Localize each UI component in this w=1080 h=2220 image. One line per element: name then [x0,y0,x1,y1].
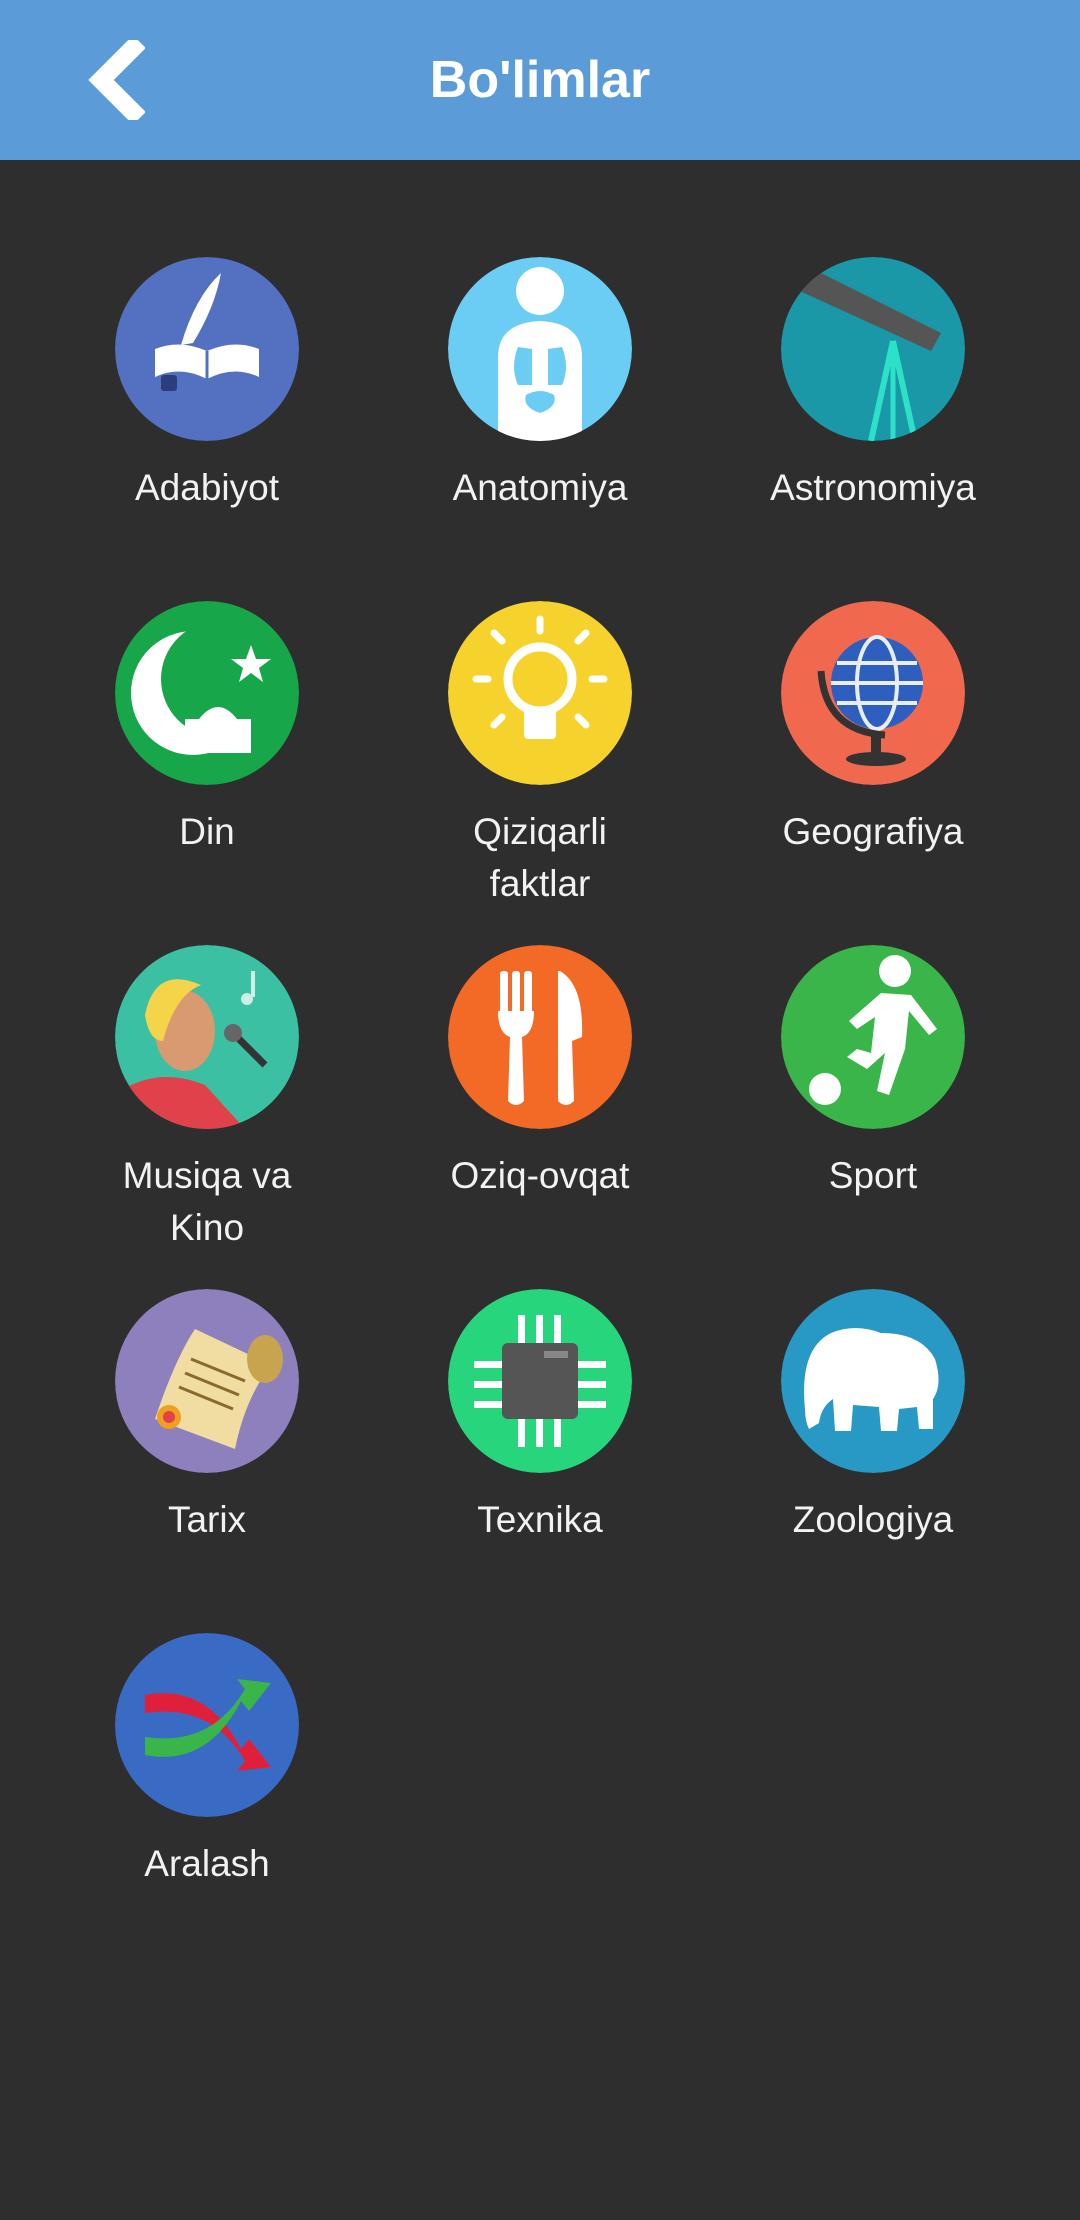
category-label: Sport [828,1155,918,1196]
elephant-icon [781,1289,965,1473]
app-header: Bo'limlar [0,0,1080,160]
category-label: Musiqa va Kino [122,1155,292,1248]
category-grid: Adabiyot Anatomiya Astronomiya Din Qiziq… [0,160,1080,2220]
category-label: Qiziqarli faktlar [473,811,607,904]
telescope-icon [781,257,965,441]
singer-icon [115,945,299,1129]
category-label: Texnika [477,1499,603,1540]
category-label: Din [179,811,235,852]
category-label: Aralash [144,1843,270,1884]
category-geografiya[interactable]: Geografiya [723,601,1023,901]
page-title: Bo'limlar [429,51,651,109]
category-zoologiya[interactable]: Zoologiya [723,1289,1023,1589]
shuffle-arrows-icon [115,1633,299,1817]
football-player-icon [781,945,965,1129]
microchip-icon [448,1289,632,1473]
category-texnika[interactable]: Texnika [390,1289,690,1589]
crescent-mosque-icon [115,601,299,785]
category-label: Tarix [167,1499,247,1540]
category-astronomiya[interactable]: Astronomiya [723,257,1023,557]
category-label: Geografiya [782,811,964,852]
category-aralash[interactable]: Aralash [57,1633,357,1933]
category-label: Anatomiya [452,467,628,508]
lightbulb-icon [448,601,632,785]
category-label: Zoologiya [792,1499,954,1540]
scroll-icon [115,1289,299,1473]
category-anatomiya[interactable]: Anatomiya [390,257,690,557]
category-label: Adabiyot [135,467,279,508]
category-qiziqarli-faktlar[interactable]: Qiziqarli faktlar [390,601,690,904]
category-label: Astronomiya [770,467,976,508]
category-label: Oziq-ovqat [450,1155,630,1196]
globe-icon [781,601,965,785]
category-din[interactable]: Din [57,601,357,901]
category-adabiyot[interactable]: Adabiyot [57,257,357,557]
category-sport[interactable]: Sport [723,945,1023,1245]
category-musiqa-va-kino[interactable]: Musiqa va Kino [57,945,357,1248]
fork-knife-icon [448,945,632,1129]
category-tarix[interactable]: Tarix [57,1289,357,1589]
category-oziq-ovqat[interactable]: Oziq-ovqat [390,945,690,1245]
human-body-icon [448,257,632,441]
book-quill-icon [115,257,299,441]
